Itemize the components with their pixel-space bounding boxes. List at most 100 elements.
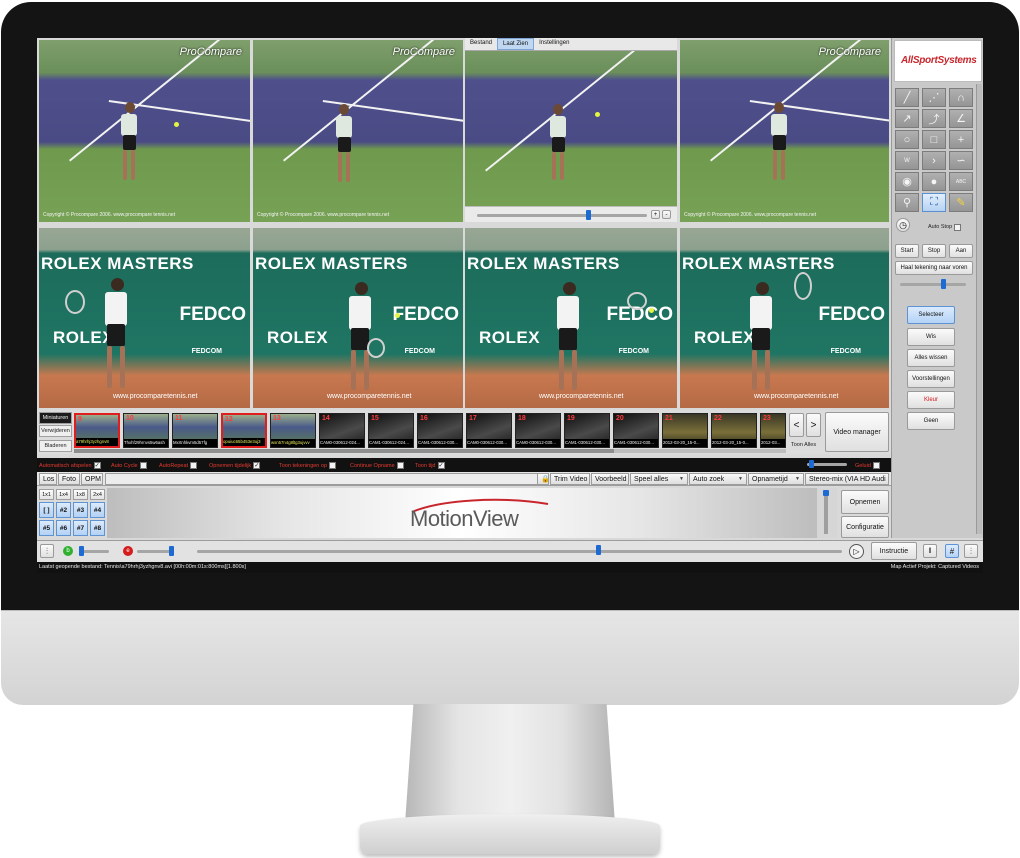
arc-tool-icon[interactable]: ∩ <box>949 88 973 107</box>
tile3-scrubber[interactable]: + - <box>465 206 677 222</box>
angle-tool-icon[interactable]: ∠ <box>949 109 973 128</box>
stop-button[interactable]: Stop <box>922 244 946 258</box>
checkbox[interactable] <box>329 462 337 469</box>
magnifier-tool-icon[interactable]: ⚲ <box>895 193 919 212</box>
checkbox[interactable]: ✓ <box>437 462 445 469</box>
select-button[interactable]: Selecteer <box>907 306 955 324</box>
aan-button[interactable]: Aan <box>949 244 973 258</box>
crosshair-tool-icon[interactable]: + <box>949 130 973 149</box>
color-button[interactable]: Kleur <box>907 391 955 409</box>
curve-arrow-tool-icon[interactable]: ⤴ <box>922 109 946 128</box>
thumbnail[interactable]: 20 CAM1-030612-030... <box>613 413 659 448</box>
thumbnails-next-button[interactable]: > <box>806 413 821 437</box>
option-show-drawings[interactable]: Toon tekeningen op <box>279 461 337 470</box>
fill-circle-tool-icon[interactable]: ● <box>922 172 946 191</box>
speed-handle[interactable] <box>79 546 84 556</box>
polyline-tool-icon[interactable]: ⋰ <box>922 88 946 107</box>
chevron-tool-icon[interactable]: › <box>922 151 946 170</box>
checkbox[interactable]: ✓ <box>253 462 261 469</box>
thumbnail[interactable]: 16 CAM1-030612-030... <box>417 413 463 448</box>
tab-laat-zien[interactable]: Laat Zien <box>497 38 535 50</box>
option-auto-cycle[interactable]: Auto Cycle <box>111 461 147 470</box>
record-dot-icon[interactable]: e <box>123 546 133 556</box>
zoom-out-button[interactable]: - <box>662 210 671 219</box>
video-tile-6[interactable]: ROLEX MASTERS ROLEX FEDCO FEDCOM www.pro… <box>253 228 463 408</box>
checkbox[interactable] <box>190 462 198 469</box>
thumbnail[interactable]: 12 opuiuc65b453e3uj3 <box>221 413 267 448</box>
bring-drawing-forward-button[interactable]: Haal tekening naar voren <box>895 261 973 275</box>
view-1-button[interactable]: [ ] <box>39 502 54 518</box>
record-level-handle[interactable] <box>823 490 829 496</box>
zoom-in-button[interactable]: + <box>651 210 660 219</box>
view-3-button[interactable]: #3 <box>73 502 88 518</box>
checkbox[interactable] <box>872 462 880 469</box>
thumbnail[interactable]: 19 CAM1-030612-030... <box>564 413 610 448</box>
layout-1x4-button[interactable]: 1x4 <box>56 489 71 500</box>
thumbnail[interactable]: 15 CAM1-030612-024... <box>368 413 414 448</box>
video-tile-1[interactable]: ProCompare Copyright © Procompare 2006. … <box>39 40 250 222</box>
record-button[interactable]: Opnemen <box>841 490 889 514</box>
play-circle-icon[interactable]: ▷ <box>849 544 864 559</box>
layout-1x1-button[interactable]: 1x1 <box>39 489 54 500</box>
play-b-icon[interactable]: b <box>63 546 73 556</box>
layout-2x4-button[interactable]: 2x4 <box>90 489 105 500</box>
text-tool-icon[interactable]: ABC <box>949 172 973 191</box>
tab-miniaturen[interactable]: Miniaturen <box>39 412 72 424</box>
thumbnail-scroll-thumb[interactable] <box>74 449 614 453</box>
thumbnail[interactable]: 18 CAM0-030612-030... <box>515 413 561 448</box>
circle-tool-icon[interactable]: ○ <box>895 130 919 149</box>
option-show-time[interactable]: Toon tijd ✓ <box>415 461 445 470</box>
preview-button[interactable]: Voorbeeld <box>591 473 629 485</box>
view-4-button[interactable]: #4 <box>90 502 105 518</box>
thumbnail[interactable]: 14 CAM0-030612-024... <box>319 413 365 448</box>
checkbox[interactable] <box>396 462 404 469</box>
record-level-slider[interactable] <box>817 488 837 538</box>
pause-icon[interactable]: ‖ <box>923 544 937 558</box>
pen-tool-icon[interactable]: ✎ <box>949 193 973 212</box>
thumbnail[interactable]: 11 Mxrtnhkvm5d57fg <box>172 413 218 448</box>
timeline-handle[interactable] <box>596 545 601 555</box>
toon-alles-link[interactable]: Toon Alles <box>791 442 816 448</box>
option-continuous-record[interactable]: Continue Opname <box>350 461 404 470</box>
video-tile-4[interactable]: ProCompare Copyright © Procompare 2006. … <box>680 40 889 222</box>
zoom-frame-tool-icon[interactable]: ⛶ <box>922 193 946 212</box>
tab-bestand[interactable]: Bestand <box>465 38 497 50</box>
thumbnail[interactable]: 17 CAM0-030612-030... <box>466 413 512 448</box>
los-button[interactable]: Los <box>39 473 57 485</box>
thumbnail[interactable]: 22 2012-03-20_15-0... <box>711 413 757 448</box>
rectangle-tool-icon[interactable]: □ <box>922 130 946 149</box>
layout-1x8-button[interactable]: 1x8 <box>73 489 88 500</box>
audio-input-select[interactable]: Stereo-mix (VIA HD Audi▼ <box>805 473 889 485</box>
trim-video-button[interactable]: Trim Video <box>550 473 590 485</box>
view-2-button[interactable]: #2 <box>56 502 71 518</box>
foto-button[interactable]: Foto <box>58 473 80 485</box>
option-record-temp[interactable]: Opnemen tijdelijk ✓ <box>209 461 261 470</box>
timer-icon[interactable]: ◷ <box>896 218 910 232</box>
thumbnail[interactable]: 9 a79hrhj3yzhgnv8 <box>74 413 120 448</box>
video-tile-7[interactable]: ROLEX MASTERS ROLEX FEDCO FEDCOM www.pro… <box>465 228 677 408</box>
option-auto-repeat[interactable]: AutoRepeat <box>159 461 198 470</box>
erase-all-button[interactable]: Alles wissen <box>907 349 955 367</box>
tab-verwijderen[interactable]: Verwijderen <box>39 425 72 437</box>
lock-icon[interactable]: 🔒 <box>537 473 549 485</box>
opm-button[interactable]: OPM <box>81 473 103 485</box>
panel-scrollbar[interactable] <box>976 84 982 534</box>
tile3-scrub-handle[interactable] <box>586 210 591 220</box>
video-tile-8[interactable]: ROLEX MASTERS ROLEX FEDCO FEDCOM www.pro… <box>680 228 889 408</box>
autostop-checkbox[interactable] <box>954 223 961 232</box>
start-button[interactable]: Start <box>895 244 919 258</box>
mixer-icon[interactable]: ⫶ <box>964 544 978 558</box>
configuration-button[interactable]: Configuratie <box>841 516 889 538</box>
audio-handle[interactable] <box>169 546 174 556</box>
option-autoplay[interactable]: Automatisch afspelen ✓ <box>39 461 101 470</box>
measure-tool-icon[interactable]: W <box>895 151 919 170</box>
view-7-button[interactable]: #7 <box>73 520 88 536</box>
equalizer-icon[interactable]: ⫶ <box>40 544 54 558</box>
instruction-button[interactable]: Instructie <box>871 542 917 560</box>
thumbnail[interactable]: 21 2012-03-20_15-0... <box>662 413 708 448</box>
line-tool-icon[interactable]: ╱ <box>895 88 919 107</box>
erase-button[interactable]: Wis <box>907 328 955 346</box>
presets-button[interactable]: Voorstellingen <box>907 370 955 388</box>
view-6-button[interactable]: #6 <box>56 520 71 536</box>
none-button[interactable]: Geen <box>907 412 955 430</box>
